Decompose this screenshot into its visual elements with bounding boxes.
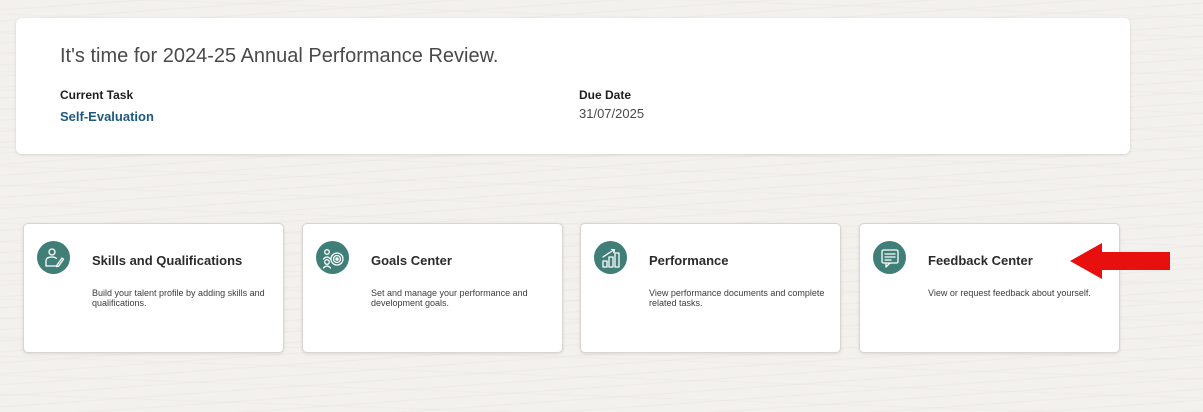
due-date-value: 31/07/2025 bbox=[579, 106, 645, 121]
tile-performance[interactable]: Performance View performance documents a… bbox=[580, 223, 841, 353]
bar-chart-growth-icon bbox=[594, 241, 627, 274]
tile-description: View or request feedback about yourself. bbox=[928, 288, 1091, 298]
tile-title: Skills and Qualifications bbox=[92, 253, 243, 268]
tile-title: Performance bbox=[649, 253, 729, 268]
tile-description: Build your talent profile by adding skil… bbox=[92, 288, 265, 308]
review-title: It's time for 2024-25 Annual Performance… bbox=[60, 45, 499, 67]
tile-description: View performance documents and complete … bbox=[649, 288, 825, 308]
tile-title: Feedback Center bbox=[928, 253, 1033, 268]
tile-title: Goals Center bbox=[371, 253, 452, 268]
annual-review-banner: It's time for 2024-25 Annual Performance… bbox=[16, 18, 1130, 154]
tile-skills-and-qualifications[interactable]: Skills and Qualifications Build your tal… bbox=[23, 223, 284, 353]
due-date-label: Due Date bbox=[579, 88, 632, 102]
people-target-icon bbox=[316, 241, 349, 274]
tile-goals-center[interactable]: Goals Center Set and manage your perform… bbox=[302, 223, 563, 353]
feedback-chat-icon bbox=[873, 241, 906, 274]
current-task-link[interactable]: Self-Evaluation bbox=[60, 109, 154, 124]
person-edit-icon bbox=[37, 241, 70, 274]
current-task-label: Current Task bbox=[60, 88, 134, 102]
tile-description: Set and manage your performance and deve… bbox=[371, 288, 528, 308]
red-arrow-annotation bbox=[1070, 243, 1170, 279]
